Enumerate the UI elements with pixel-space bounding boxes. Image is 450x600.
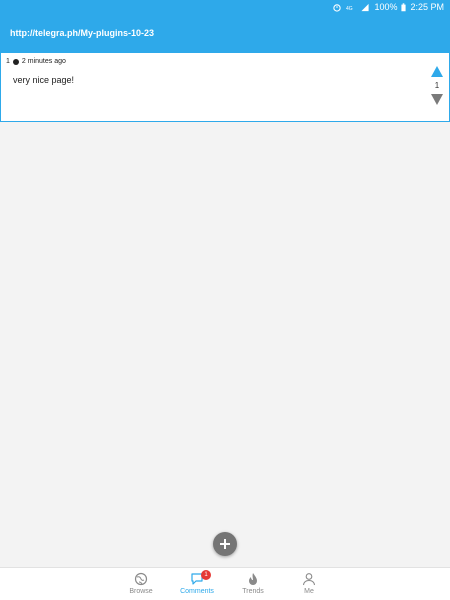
status-time: 2:25 PM (410, 2, 444, 12)
network-icon: 4G (346, 6, 353, 12)
nav-trends[interactable]: Trends (225, 568, 281, 600)
plus-icon (220, 539, 230, 549)
upvote-icon[interactable] (430, 65, 444, 78)
comment-card[interactable]: 1 2 minutes ago very nice page! 1 (0, 52, 450, 122)
bottom-nav: Browse 1 Comments Trends Me (0, 567, 450, 600)
nav-me-label: Me (304, 588, 314, 595)
user-icon (302, 573, 316, 586)
status-bar: 4G 100% 2:25 PM (0, 0, 450, 14)
svg-text:4G: 4G (346, 6, 353, 12)
page-url[interactable]: http://telegra.ph/My-plugins-10-23 (10, 28, 154, 38)
nav-browse-label: Browse (129, 588, 153, 595)
comment-meta: 1 2 minutes ago (6, 58, 66, 65)
nav-comments[interactable]: 1 Comments (169, 568, 225, 600)
comment-number: 1 (6, 58, 10, 65)
comments-badge: 1 (201, 570, 211, 580)
nav-comments-label: Comments (180, 588, 214, 595)
vote-column: 1 (430, 65, 444, 106)
user-dot-icon (12, 58, 19, 65)
add-comment-button[interactable] (213, 532, 237, 556)
nav-trends-label: Trends (242, 588, 264, 595)
app-header: http://telegra.ph/My-plugins-10-23 (0, 14, 450, 52)
nav-me[interactable]: Me (281, 568, 337, 600)
signal-icon (361, 3, 370, 11)
comment-text: very nice page! (13, 75, 75, 85)
battery-icon (401, 2, 407, 11)
globe-icon (134, 572, 148, 586)
flame-icon (249, 573, 257, 585)
comment-time: 2 minutes ago (21, 58, 66, 65)
battery-percent: 100% (374, 2, 398, 12)
nav-browse[interactable]: Browse (113, 568, 169, 600)
downvote-icon[interactable] (430, 93, 444, 106)
vote-count: 1 (434, 81, 440, 90)
alarm-icon (333, 3, 342, 12)
